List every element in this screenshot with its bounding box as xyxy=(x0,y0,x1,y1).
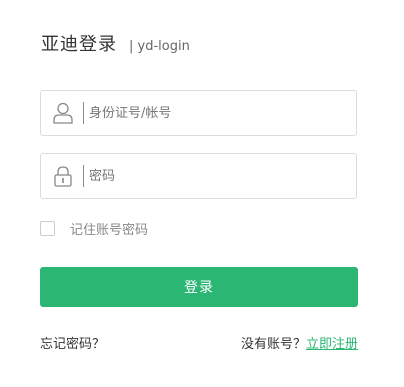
login-button[interactable]: 登录 xyxy=(40,267,358,307)
remember-checkbox[interactable] xyxy=(40,221,55,236)
lock-icon xyxy=(52,165,74,187)
account-field[interactable] xyxy=(40,90,357,136)
remember-label[interactable]: 记住账号密码 xyxy=(70,219,148,238)
register-prompt: 没有账号？立即注册 xyxy=(241,333,358,352)
field-divider xyxy=(83,102,84,124)
forgot-password-link[interactable]: 忘记密码？ xyxy=(40,333,105,352)
password-field[interactable] xyxy=(40,153,357,199)
page-title: 亚迪登录 xyxy=(41,34,117,55)
register-link[interactable]: 立即注册 xyxy=(306,337,358,352)
remember-row: 记住账号密码 xyxy=(40,219,148,238)
account-input[interactable] xyxy=(89,91,344,135)
no-account-label: 没有账号？ xyxy=(240,337,306,352)
user-icon xyxy=(52,102,74,124)
login-header: 亚迪登录 | yd-login xyxy=(41,30,190,56)
page-subtitle: | yd-login xyxy=(129,39,190,54)
field-divider xyxy=(83,165,84,187)
password-input[interactable] xyxy=(89,154,344,198)
